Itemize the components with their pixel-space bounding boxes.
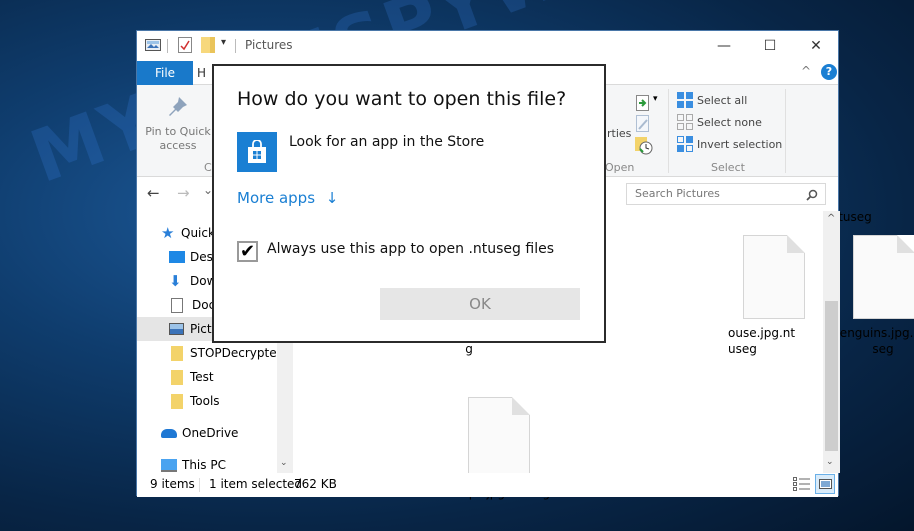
new-folder-icon[interactable] — [201, 37, 215, 53]
title-bar: ▾ Pictures — ☐ ✕ — [137, 31, 838, 61]
large-icons-view-button[interactable] — [815, 474, 835, 494]
file-icon[interactable] — [468, 397, 530, 481]
select-all-label: Select all — [697, 93, 748, 107]
download-icon: ⬇ — [169, 272, 182, 290]
file-name[interactable]: g — [464, 341, 474, 357]
pictures-icon — [169, 323, 184, 335]
invert-selection-icon — [677, 136, 693, 152]
invert-selection-label: Invert selection — [697, 137, 783, 151]
chevron-down-icon[interactable]: ⌄ — [280, 458, 288, 468]
more-apps-link[interactable]: More apps ↓ — [237, 189, 338, 207]
close-button[interactable]: ✕ — [793, 31, 839, 61]
select-none-icon — [677, 114, 693, 130]
select-all-icon — [677, 92, 693, 108]
search-input[interactable]: Search Pictures — [626, 183, 826, 205]
sidebar-item-label: Test — [190, 370, 214, 384]
select-group-label: Select — [711, 161, 745, 174]
minimize-button[interactable]: — — [701, 31, 747, 61]
file-name[interactable]: useg — [728, 341, 818, 357]
separator — [235, 39, 236, 53]
document-icon — [171, 297, 183, 313]
maximize-button[interactable]: ☐ — [747, 31, 793, 61]
file-name[interactable]: seg — [833, 341, 914, 357]
history-icon[interactable] — [635, 137, 653, 155]
back-button[interactable]: ← — [147, 184, 160, 202]
sidebar-item-label: STOPDecrypter — [190, 346, 282, 360]
sidebar-item-label: Tools — [190, 394, 220, 408]
chevron-down-icon[interactable]: ⌄ — [826, 457, 834, 467]
select-none-button[interactable]: Select none — [677, 113, 762, 131]
file-icon[interactable] — [853, 235, 914, 319]
always-use-checkbox[interactable]: ✔ — [237, 241, 258, 262]
invert-selection-button[interactable]: Invert selection — [677, 135, 782, 153]
sidebar-item-stopdecrypter[interactable]: STOPDecrypter — [137, 341, 293, 365]
window-title: Pictures — [245, 38, 293, 52]
pin-label-line1: Pin to Quick — [145, 125, 211, 138]
item-count: 9 items — [150, 477, 195, 491]
selection-size: 762 KB — [294, 477, 337, 491]
file-name[interactable]: Penguins.jpg.ntu — [833, 325, 914, 341]
search-icon[interactable] — [806, 189, 818, 201]
sidebar-item-label: OneDrive — [182, 426, 239, 440]
sidebar-item-test[interactable]: Test — [137, 365, 293, 389]
separator — [167, 39, 168, 53]
select-all-button[interactable]: Select all — [677, 91, 747, 109]
customize-qa-dropdown[interactable]: ▾ — [221, 37, 226, 48]
open-group-label: Open — [605, 161, 635, 174]
arrow-down-icon: ↓ — [325, 189, 339, 207]
store-option-label[interactable]: Look for an app in the Store — [289, 134, 484, 150]
open-dropdown-arrow[interactable]: ▾ — [653, 94, 658, 104]
pin-to-quick-access-button[interactable]: Pin to Quick access — [143, 89, 211, 153]
sidebar-item-label: This PC — [182, 458, 226, 472]
cloud-icon — [161, 428, 177, 438]
tab-file[interactable]: File — [137, 61, 193, 85]
scrollbar-thumb[interactable] — [825, 301, 838, 451]
edit-icon[interactable] — [635, 115, 651, 133]
forward-button[interactable]: → — [177, 184, 190, 202]
store-icon[interactable] — [237, 132, 277, 172]
group-divider — [668, 89, 669, 173]
properties-button[interactable]: rties — [607, 127, 631, 140]
pin-label-line2: access — [159, 139, 197, 152]
ok-button[interactable]: OK — [380, 288, 580, 320]
pictures-window-icon — [145, 39, 161, 51]
select-none-label: Select none — [697, 115, 762, 129]
folder-icon — [171, 369, 183, 385]
status-bar: 9 items 1 item selected 762 KB — [137, 473, 838, 497]
large-icons-view-icon — [819, 479, 832, 489]
folder-icon — [171, 393, 183, 409]
file-list-scrollbar[interactable]: ^ ⌄ — [823, 211, 840, 473]
folder-icon — [171, 345, 183, 361]
properties-icon[interactable] — [178, 37, 192, 53]
sidebar-item-onedrive[interactable]: OneDrive — [137, 421, 293, 445]
sidebar-item-label: Quick — [181, 226, 215, 240]
selection-count: 1 item selected — [209, 477, 303, 491]
desktop-icon — [169, 251, 185, 263]
separator — [199, 478, 200, 492]
help-icon[interactable]: ? — [821, 64, 837, 80]
file-icon[interactable] — [743, 235, 805, 319]
always-use-label[interactable]: Always use this app to open .ntuseg file… — [267, 241, 554, 257]
group-divider — [785, 89, 786, 173]
collapse-ribbon-icon[interactable]: ^ — [801, 64, 811, 78]
chevron-up-icon[interactable]: ^ — [827, 213, 835, 224]
checkmark-icon: ✔ — [239, 241, 256, 262]
dialog-title: How do you want to open this file? — [237, 88, 567, 110]
pin-icon — [169, 97, 187, 116]
file-name[interactable]: ouse.jpg.nt — [728, 325, 818, 341]
shopping-bag-icon — [248, 140, 266, 163]
open-with-dialog: How do you want to open this file? Look … — [212, 64, 606, 343]
computer-icon — [161, 458, 177, 472]
sidebar-item-tools[interactable]: Tools — [137, 389, 293, 413]
more-apps-label: More apps — [237, 189, 316, 207]
details-view-icon[interactable] — [793, 477, 811, 491]
star-icon: ★ — [161, 224, 175, 242]
open-icon[interactable] — [635, 95, 651, 111]
